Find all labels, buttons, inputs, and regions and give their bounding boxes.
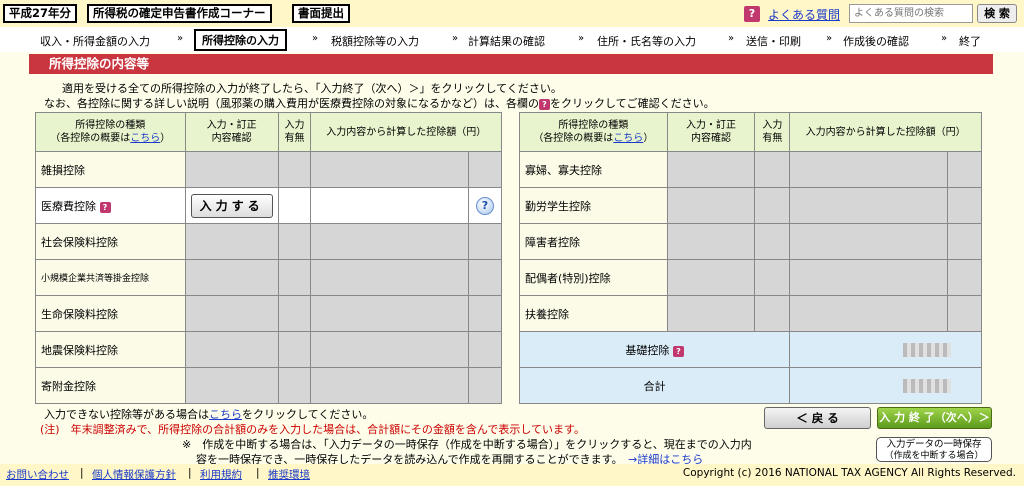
next-button[interactable]: 入 力 終 了（次へ）＞ [877, 407, 992, 429]
step-income: 収入・所得金額の入力 [40, 35, 150, 48]
step-address: 住所・氏名等の入力 [597, 35, 696, 48]
app-title: 所得税の確定申告書作成コーナー [87, 4, 272, 23]
footer: お問い合わせ | 個人情報保護方針 | 利用規約 | 推奨環境 Copyrigh… [0, 464, 1024, 486]
footer-terms-link[interactable]: 利用規約 [200, 467, 242, 482]
intro-line-1: 適用を受ける全ての所得控除の入力が終了したら、「入力終了（次へ）＞」をクリックし… [62, 82, 562, 95]
overview-link[interactable]: こちら [130, 133, 160, 144]
submission-method-badge: 書面提出 [292, 4, 350, 23]
footer-privacy-link[interactable]: 個人情報保護方針 [92, 467, 176, 482]
table-header-row: 所得控除の種類 （各控除の概要はこちら） 入力・訂正 内容確認 入力 有無 入力内容か… [35, 112, 502, 152]
redacted-amount [903, 378, 951, 393]
row-label-donation: 寄附金控除 [35, 367, 186, 404]
intro-line-2-b: をクリックしてご確認ください。 [550, 97, 715, 110]
step-arrow-icon: » [312, 33, 319, 44]
copyright: Copyright (c) 2016 NATIONAL TAX AGENCY A… [682, 467, 1016, 479]
temporary-save-button[interactable]: 入力データの一時保存 （作成を中断する場合） [876, 437, 992, 462]
step-result: 計算結果の確認 [468, 35, 545, 48]
step-after-check: 作成後の確認 [843, 35, 909, 48]
medical-input-button[interactable]: 入力する [190, 193, 273, 218]
step-deduction-current: 所得控除の入力 [194, 29, 287, 51]
step-end: 終了 [959, 35, 981, 48]
unavailable-link[interactable]: こちら [209, 408, 242, 421]
help-icon[interactable]: ? [672, 345, 684, 357]
intro-line-2-a: なお、各控除に関する詳しい説明（風邪薬の購入費用が医療費控除の対象になるかなど）… [44, 97, 539, 110]
help-icon[interactable]: ? [744, 6, 760, 22]
col-amount: 入力内容から計算した控除額（円） [310, 112, 502, 152]
table-row: 扶養控除 [519, 295, 982, 332]
faq-link[interactable]: よくある質問 [768, 6, 840, 23]
back-button[interactable]: ＜ 戻 る [764, 407, 871, 429]
table-row: 医療費控除 ? 入力する ? [35, 187, 502, 224]
intro-line-2: なお、各控除に関する詳しい説明（風邪薬の購入費用が医療費控除の対象になるかなど）… [44, 95, 715, 111]
table-row: 生命保険料控除 [35, 295, 502, 332]
row-label-life-insurance: 生命保険料控除 [35, 295, 186, 332]
table-row: 雑損控除 [35, 151, 502, 188]
deduction-table-right: 所得控除の種類 （各控除の概要はこちら） 入力・訂正 内容確認 入力 有無 入力内容か… [518, 112, 982, 404]
row-label-working-student: 勤労学生控除 [519, 187, 668, 224]
col-check: 入力・訂正 内容確認 [666, 112, 756, 152]
step-arrow-icon: » [452, 33, 459, 44]
step-arrow-icon: » [826, 33, 833, 44]
faq-search-input[interactable] [849, 4, 973, 23]
hint-bubble-icon[interactable]: ? [476, 196, 494, 215]
overview-link[interactable]: こちら [613, 133, 643, 144]
note-unavailable: 入力できない控除等がある場合はこちらをクリックしてください。 [44, 408, 374, 421]
col-has-input: 入力 有無 [277, 112, 312, 152]
step-arrow-icon: » [177, 33, 184, 44]
help-icon: ? [539, 99, 550, 110]
section-title: 所得控除の内容等 [29, 54, 993, 74]
table-row: 障害者控除 [519, 223, 982, 260]
footer-environment-link[interactable]: 推奨環境 [268, 467, 310, 482]
table-row: 合計 [518, 367, 982, 404]
row-label-medical: 医療費控除 ? [35, 187, 186, 224]
footer-contact-link[interactable]: お問い合わせ [6, 467, 69, 482]
top-header: 平成27年分 所得税の確定申告書作成コーナー 書面提出 ? よくある質問 検 索 [0, 0, 1024, 27]
tax-year-badge: 平成27年分 [3, 4, 78, 23]
step-arrow-icon: » [578, 33, 585, 44]
table-row: 寡婦、寡夫控除 [519, 151, 982, 188]
table-row: 寄附金控除 [35, 367, 502, 404]
redacted-amount [903, 342, 951, 357]
table-row: 配偶者(特別)控除 [519, 259, 982, 296]
row-label-total: 合計 [518, 367, 791, 404]
step-arrow-icon: » [941, 33, 948, 44]
step-navigation: 収入・所得金額の入力 » 所得控除の入力 » 税額控除等の入力 » 計算結果の確… [0, 27, 1024, 52]
row-label-dependent: 扶養控除 [519, 295, 668, 332]
col-kind: 所得控除の種類 （各控除の概要はこちら） [35, 112, 186, 152]
row-label-basic: 基礎控除 ? [518, 331, 791, 368]
row-label-spouse: 配偶者(特別)控除 [519, 259, 668, 296]
col-amount: 入力内容から計算した控除額（円） [789, 112, 982, 152]
note-suspend-1: ※ 作成を中断する場合は、「入力データの一時保存（作成を中断する場合）」をクリッ… [182, 438, 752, 451]
table-row: 小規模企業共済等掛金控除 [35, 259, 502, 296]
col-check: 入力・訂正 内容確認 [184, 112, 279, 152]
step-send-print: 送信・印刷 [746, 35, 801, 48]
table-row: 勤労学生控除 [519, 187, 982, 224]
col-kind: 所得控除の種類 （各控除の概要はこちら） [519, 112, 668, 152]
deduction-table-left: 所得控除の種類 （各控除の概要はこちら） 入力・訂正 内容確認 入力 有無 入力内容か… [35, 112, 502, 404]
table-row: 地震保険料控除 [35, 331, 502, 368]
table-header-row: 所得控除の種類 （各控除の概要はこちら） 入力・訂正 内容確認 入力 有無 入力内容か… [519, 112, 982, 152]
row-label-disability: 障害者控除 [519, 223, 668, 260]
row-label-small-business: 小規模企業共済等掛金控除 [35, 259, 186, 296]
note-year-end: (注) 年末調整済みで、所得控除の合計額のみを入力した場合は、合計額にその金額を… [40, 423, 585, 436]
step-arrow-icon: » [728, 33, 735, 44]
step-tax-credit: 税額控除等の入力 [331, 35, 419, 48]
row-label-casualty: 雑損控除 [35, 151, 186, 188]
col-has-input: 入力 有無 [754, 112, 791, 152]
help-icon[interactable]: ? [99, 201, 111, 213]
row-label-widow: 寡婦、寡夫控除 [519, 151, 668, 188]
row-label-earthquake-insurance: 地震保険料控除 [35, 331, 186, 368]
table-row: 社会保険料控除 [35, 223, 502, 260]
search-button[interactable]: 検 索 [977, 4, 1017, 23]
row-label-social-insurance: 社会保険料控除 [35, 223, 186, 260]
table-row: 基礎控除 ? [518, 331, 982, 368]
